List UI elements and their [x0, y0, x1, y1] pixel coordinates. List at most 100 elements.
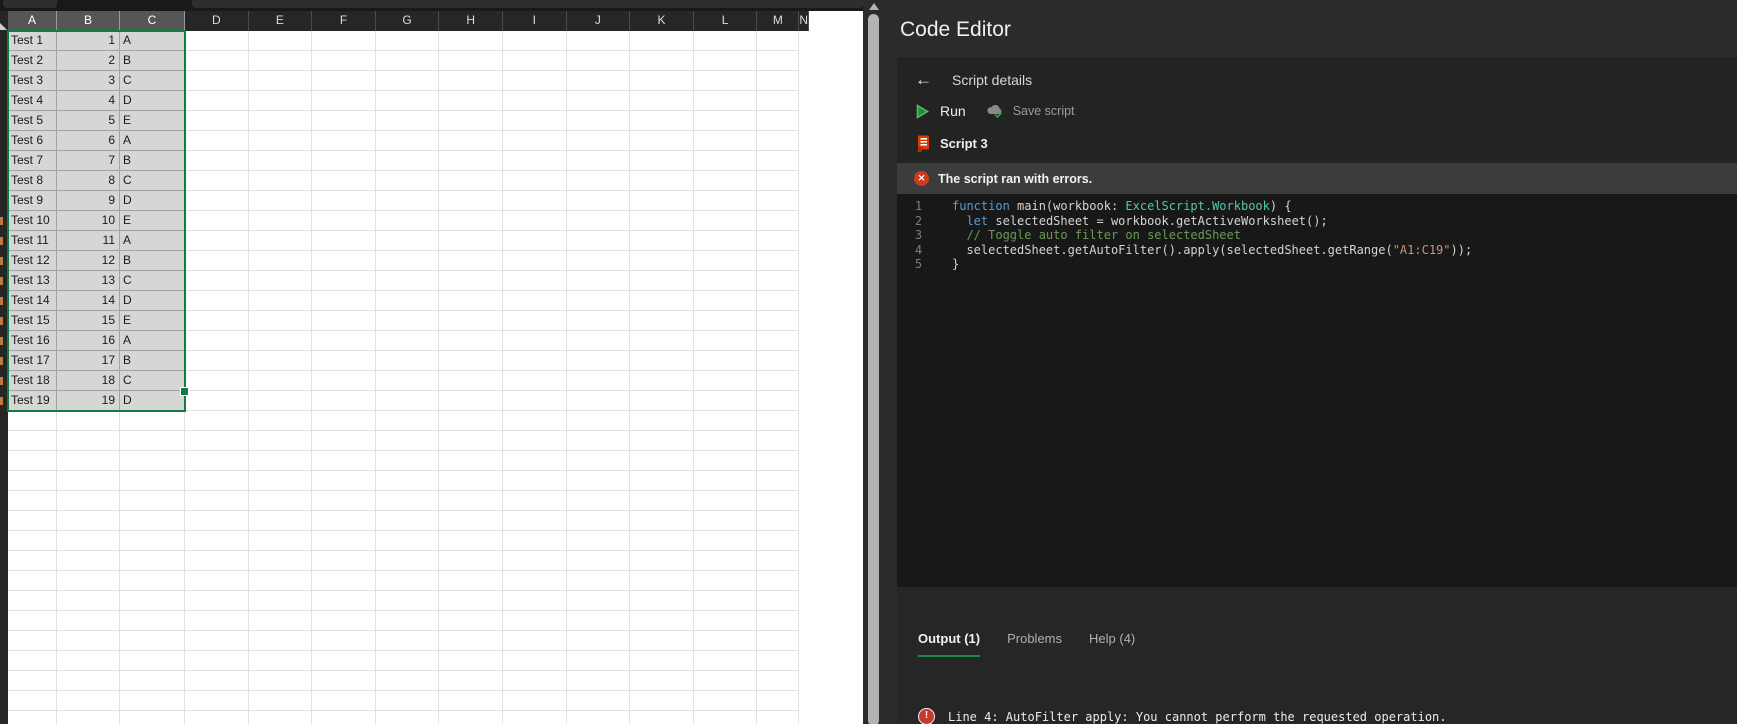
column-header-C[interactable]: C — [120, 11, 185, 31]
cell[interactable]: A — [120, 331, 185, 351]
cell[interactable] — [185, 671, 249, 691]
cell[interactable] — [439, 351, 503, 371]
cell[interactable]: Test 7 — [8, 151, 57, 171]
cell[interactable] — [312, 171, 376, 191]
cell[interactable] — [57, 511, 120, 531]
cell[interactable] — [566, 271, 631, 291]
cell[interactable] — [566, 71, 631, 91]
cell[interactable] — [566, 151, 631, 171]
cell[interactable] — [757, 191, 800, 211]
cell[interactable] — [630, 511, 694, 531]
cell[interactable] — [312, 271, 376, 291]
cell[interactable] — [630, 231, 694, 251]
cell[interactable]: 9 — [57, 191, 120, 211]
cell[interactable] — [693, 111, 758, 131]
cell[interactable] — [185, 631, 249, 651]
cell[interactable] — [248, 671, 313, 691]
cell[interactable]: E — [120, 311, 185, 331]
column-header-I[interactable]: I — [502, 11, 567, 31]
cell[interactable] — [693, 531, 758, 551]
cell[interactable] — [566, 611, 631, 631]
cell[interactable] — [757, 591, 800, 611]
cell[interactable] — [312, 631, 376, 651]
cell[interactable] — [248, 711, 313, 724]
cell[interactable] — [502, 531, 567, 551]
cell[interactable] — [439, 491, 503, 511]
cell[interactable] — [248, 411, 313, 431]
cell[interactable] — [185, 111, 249, 131]
cell[interactable] — [120, 451, 185, 471]
cell[interactable] — [57, 431, 120, 451]
cell[interactable] — [630, 571, 694, 591]
cell[interactable] — [439, 191, 503, 211]
cell[interactable] — [312, 411, 376, 431]
cell[interactable] — [502, 591, 567, 611]
cell[interactable] — [502, 211, 567, 231]
cell[interactable] — [375, 631, 440, 651]
cell[interactable] — [120, 551, 185, 571]
cell[interactable]: A — [120, 131, 185, 151]
cell[interactable] — [439, 271, 503, 291]
cell[interactable] — [439, 551, 503, 571]
cell[interactable] — [566, 331, 631, 351]
cell[interactable] — [185, 71, 249, 91]
cell[interactable] — [630, 471, 694, 491]
cell[interactable]: A — [120, 31, 185, 51]
cell[interactable] — [693, 91, 758, 111]
cell[interactable] — [375, 151, 440, 171]
cell[interactable] — [120, 691, 185, 711]
cell[interactable] — [375, 531, 440, 551]
cell[interactable] — [312, 451, 376, 471]
cell[interactable] — [502, 611, 567, 631]
cell[interactable] — [248, 331, 313, 351]
cell[interactable] — [8, 671, 57, 691]
cell[interactable]: Test 17 — [8, 351, 57, 371]
cell[interactable]: C — [120, 371, 185, 391]
cell[interactable] — [185, 171, 249, 191]
cell[interactable] — [439, 371, 503, 391]
cell[interactable] — [502, 511, 567, 531]
cell[interactable] — [248, 591, 313, 611]
cell[interactable] — [248, 511, 313, 531]
cell[interactable] — [185, 211, 249, 231]
cell[interactable] — [312, 511, 376, 531]
cell[interactable] — [566, 211, 631, 231]
cell[interactable] — [375, 691, 440, 711]
cell[interactable] — [185, 251, 249, 271]
cell[interactable] — [630, 591, 694, 611]
cell[interactable] — [693, 371, 758, 391]
cell[interactable] — [757, 251, 800, 271]
cell[interactable] — [502, 631, 567, 651]
cell[interactable] — [757, 211, 800, 231]
cell[interactable] — [502, 131, 567, 151]
cell[interactable] — [630, 551, 694, 571]
column-header-N[interactable]: N — [799, 11, 810, 31]
tab-problems[interactable]: Problems — [1007, 631, 1062, 657]
cell[interactable] — [630, 71, 694, 91]
cell[interactable] — [375, 191, 440, 211]
cell[interactable] — [57, 591, 120, 611]
cell[interactable]: Test 9 — [8, 191, 57, 211]
cell[interactable] — [248, 631, 313, 651]
cell[interactable] — [693, 31, 758, 51]
cell[interactable] — [185, 511, 249, 531]
cell[interactable] — [375, 31, 440, 51]
cell[interactable]: 18 — [57, 371, 120, 391]
cell[interactable] — [439, 571, 503, 591]
cell[interactable] — [312, 71, 376, 91]
cell[interactable]: 2 — [57, 51, 120, 71]
cell[interactable]: Test 1 — [8, 31, 57, 51]
cell[interactable] — [185, 611, 249, 631]
cell[interactable] — [630, 711, 694, 724]
cell[interactable]: D — [120, 291, 185, 311]
cell[interactable] — [439, 131, 503, 151]
cell[interactable] — [757, 131, 800, 151]
cell[interactable] — [693, 391, 758, 411]
cell[interactable] — [693, 251, 758, 271]
cell[interactable] — [630, 691, 694, 711]
cell[interactable] — [8, 651, 57, 671]
cell[interactable]: 16 — [57, 331, 120, 351]
cell[interactable] — [630, 331, 694, 351]
cell[interactable] — [502, 551, 567, 571]
cell[interactable]: A — [120, 231, 185, 251]
